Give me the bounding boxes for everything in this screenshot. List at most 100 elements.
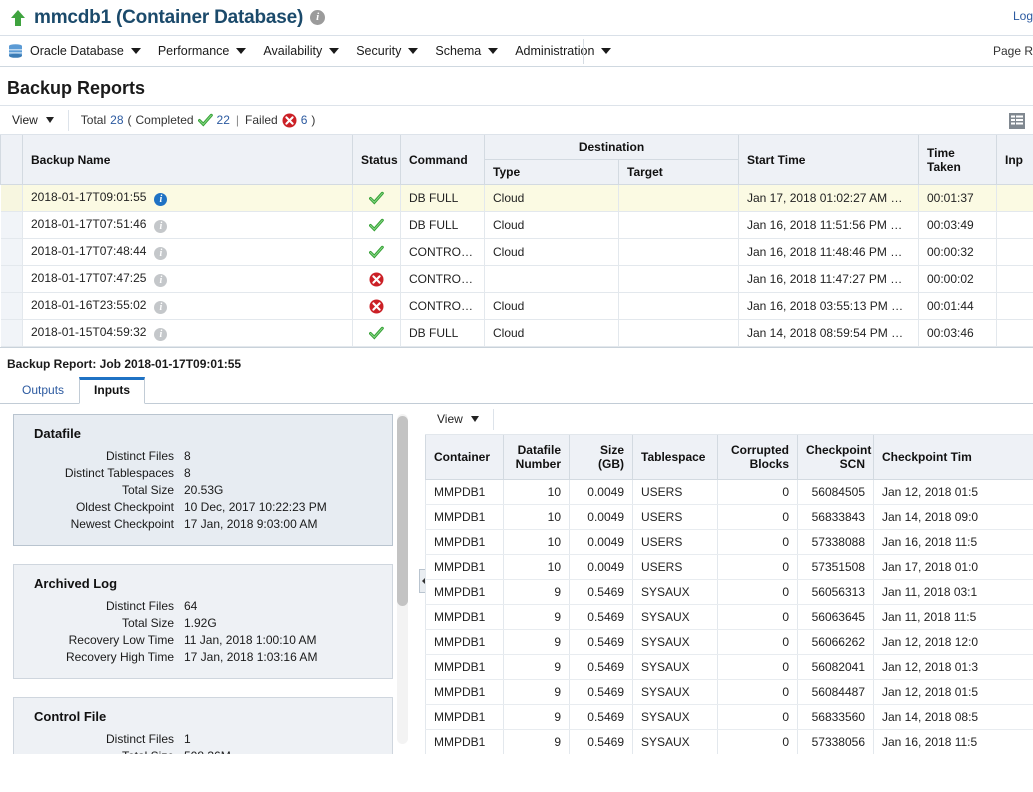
cell-tablespace: SYSAUX xyxy=(632,729,718,754)
menu-item-schema[interactable]: Schema xyxy=(435,44,507,58)
cell-checkpoint-time: Jan 12, 2018 01:5 xyxy=(873,679,1033,705)
table-row[interactable]: 2018-01-15T04:59:32 i DB FULL Cloud Jan 14, … xyxy=(0,319,1033,347)
menu-item-availability[interactable]: Availability xyxy=(263,44,348,58)
table-row[interactable]: MMPDB1 9 0.5469 SYSAUX 0 56833560 Jan 14, 2018… xyxy=(425,704,1033,730)
table-row[interactable]: MMPDB1 10 0.0049 USERS 0 57351508 Jan 17, 2018… xyxy=(425,554,1033,580)
info-icon[interactable]: i xyxy=(154,193,168,206)
reports-grid: Backup Name Status Command Destination S… xyxy=(0,135,1033,347)
row-selector[interactable] xyxy=(0,319,23,347)
table-row[interactable]: MMPDB1 10 0.0049 USERS 0 56833843 Jan 14, 2018… xyxy=(425,504,1033,530)
login-link[interactable]: Log xyxy=(1013,9,1033,23)
row-selector[interactable] xyxy=(0,292,23,320)
col-destination-type[interactable]: Type xyxy=(484,159,619,185)
col-status[interactable]: Status xyxy=(352,135,401,185)
backup-name-text: 2018-01-17T09:01:55 xyxy=(31,190,147,204)
info-icon[interactable]: i xyxy=(310,10,326,25)
reports-header-row-1: Backup Name Status Command Destination S… xyxy=(0,135,1033,185)
cell-status xyxy=(352,265,401,293)
table-row[interactable]: 2018-01-17T07:48:44 i CONTROL… Cloud Jan 16,… xyxy=(0,238,1033,266)
col-checkpoint-scn[interactable]: Checkpoint SCN xyxy=(797,435,874,480)
col-destination-target[interactable]: Target xyxy=(618,159,739,185)
table-row[interactable]: 2018-01-17T07:51:46 i DB FULL Cloud Jan 16, … xyxy=(0,211,1033,239)
col-checkpoint-time[interactable]: Checkpoint Tim xyxy=(873,435,1033,480)
table-row[interactable]: MMPDB1 9 0.5469 SYSAUX 0 56063645 Jan 11, 2018… xyxy=(425,604,1033,630)
table-row[interactable]: 2018-01-16T23:55:02 i CONTROL… Cloud Jan 16,… xyxy=(0,292,1033,320)
col-size-gb[interactable]: Size (GB) xyxy=(569,435,633,480)
page-title: Backup Reports xyxy=(7,78,146,98)
table-row[interactable]: 2018-01-17T09:01:55 i DB FULL Cloud Jan 17, … xyxy=(0,184,1033,212)
menu-item-administration[interactable]: Administration xyxy=(515,44,620,58)
table-row[interactable]: MMPDB1 9 0.5469 SYSAUX 0 56084487 Jan 12, 2018… xyxy=(425,679,1033,705)
cell-checkpoint-scn: 57351508 xyxy=(797,554,874,580)
table-row[interactable]: MMPDB1 10 0.0049 USERS 0 57338088 Jan 16, 2018… xyxy=(425,529,1033,555)
cell-checkpoint-time: Jan 12, 2018 01:5 xyxy=(873,479,1033,505)
table-row[interactable]: 2018-01-17T07:47:25 i CONTROL… Jan 16, 2018… xyxy=(0,265,1033,293)
completed-count[interactable]: 22 xyxy=(217,113,230,127)
cell-tablespace: SYSAUX xyxy=(632,579,718,605)
cell-backup-name[interactable]: 2018-01-15T04:59:32 i xyxy=(22,319,353,347)
detach-table-icon[interactable] xyxy=(1006,110,1028,132)
cell-backup-name[interactable]: 2018-01-17T07:47:25 i xyxy=(22,265,353,293)
cell-datafile-number: 9 xyxy=(503,654,570,680)
table-row[interactable]: MMPDB1 9 0.5469 SYSAUX 0 57338056 Jan 16, 2018… xyxy=(425,729,1033,754)
col-backup-name[interactable]: Backup Name xyxy=(22,135,353,185)
menu-divider xyxy=(583,39,584,64)
col-time-taken[interactable]: Time Taken xyxy=(918,135,997,185)
cell-datafile-number: 10 xyxy=(503,554,570,580)
cell-time-taken: 00:01:37 xyxy=(918,184,997,212)
datafile-grid: Container Datafile Number Size (GB) Tabl… xyxy=(425,435,1033,754)
col-inputs[interactable]: Inp xyxy=(996,135,1033,185)
cell-destination-target xyxy=(618,211,739,239)
page-refresh-label[interactable]: Page R xyxy=(993,44,1033,58)
cell-checkpoint-scn: 57338088 xyxy=(797,529,874,555)
tab-outputs[interactable]: Outputs xyxy=(7,377,79,404)
info-icon[interactable]: i xyxy=(154,247,168,260)
table-row[interactable]: MMPDB1 9 0.5469 SYSAUX 0 56082041 Jan 12, 2018… xyxy=(425,654,1033,680)
row-selector[interactable] xyxy=(0,265,23,293)
col-corrupted-blocks[interactable]: Corrupted Blocks xyxy=(717,435,798,480)
tab-inputs[interactable]: Inputs xyxy=(79,377,146,404)
total-count[interactable]: 28 xyxy=(110,113,123,127)
cell-backup-name[interactable]: 2018-01-17T07:51:46 i xyxy=(22,211,353,239)
cell-size-gb: 0.5469 xyxy=(569,704,633,730)
table-row[interactable]: MMPDB1 9 0.5469 SYSAUX 0 56066262 Jan 12, 2018… xyxy=(425,629,1033,655)
check-icon xyxy=(369,326,384,341)
card-title: Archived Log xyxy=(34,576,118,591)
menu-item-performance[interactable]: Performance xyxy=(158,44,256,58)
menu-item-oracle-database[interactable]: Oracle Database xyxy=(30,44,150,58)
cell-destination-target xyxy=(618,238,739,266)
failed-count[interactable]: 6 xyxy=(301,113,308,127)
cell-size-gb: 0.0049 xyxy=(569,479,633,505)
menu-item-security[interactable]: Security xyxy=(356,44,427,58)
cell-size-gb: 0.5469 xyxy=(569,629,633,655)
col-container[interactable]: Container xyxy=(425,435,504,480)
left-pane-scrollbar[interactable] xyxy=(397,414,408,744)
info-icon[interactable]: i xyxy=(154,220,168,233)
row-selector[interactable] xyxy=(0,238,23,266)
cell-backup-name[interactable]: 2018-01-16T23:55:02 i xyxy=(22,292,353,320)
info-icon[interactable]: i xyxy=(154,328,168,341)
table-row[interactable]: MMPDB1 9 0.5469 SYSAUX 0 56056313 Jan 11, 2018… xyxy=(425,579,1033,605)
card-row: Distinct Tablespaces 8 xyxy=(34,465,378,482)
cell-command: CONTROL… xyxy=(400,292,485,320)
cell-destination-type xyxy=(484,265,619,293)
up-arrow-icon xyxy=(10,9,26,27)
info-icon[interactable]: i xyxy=(154,301,168,314)
cell-datafile-number: 9 xyxy=(503,579,570,605)
col-command[interactable]: Command xyxy=(400,135,485,185)
col-start-time[interactable]: Start Time xyxy=(738,135,919,185)
view-menu-label: View xyxy=(437,412,463,426)
cell-backup-name[interactable]: 2018-01-17T07:48:44 i xyxy=(22,238,353,266)
table-row[interactable]: MMPDB1 10 0.0049 USERS 0 56084505 Jan 12, 2018… xyxy=(425,479,1033,505)
cell-backup-name[interactable]: 2018-01-17T09:01:55 i xyxy=(22,184,353,212)
view-menu-button[interactable]: View xyxy=(0,106,68,134)
row-selector[interactable] xyxy=(0,211,23,239)
col-tablespace[interactable]: Tablespace xyxy=(632,435,718,480)
info-icon[interactable]: i xyxy=(154,274,168,287)
datafile-view-menu-button[interactable]: View xyxy=(425,404,493,434)
card-row: Total Size 508.36M xyxy=(34,748,378,754)
row-selector[interactable] xyxy=(0,184,23,212)
scrollbar-thumb[interactable] xyxy=(397,416,408,606)
chevron-down-icon xyxy=(329,48,340,54)
col-datafile-number[interactable]: Datafile Number xyxy=(503,435,570,480)
